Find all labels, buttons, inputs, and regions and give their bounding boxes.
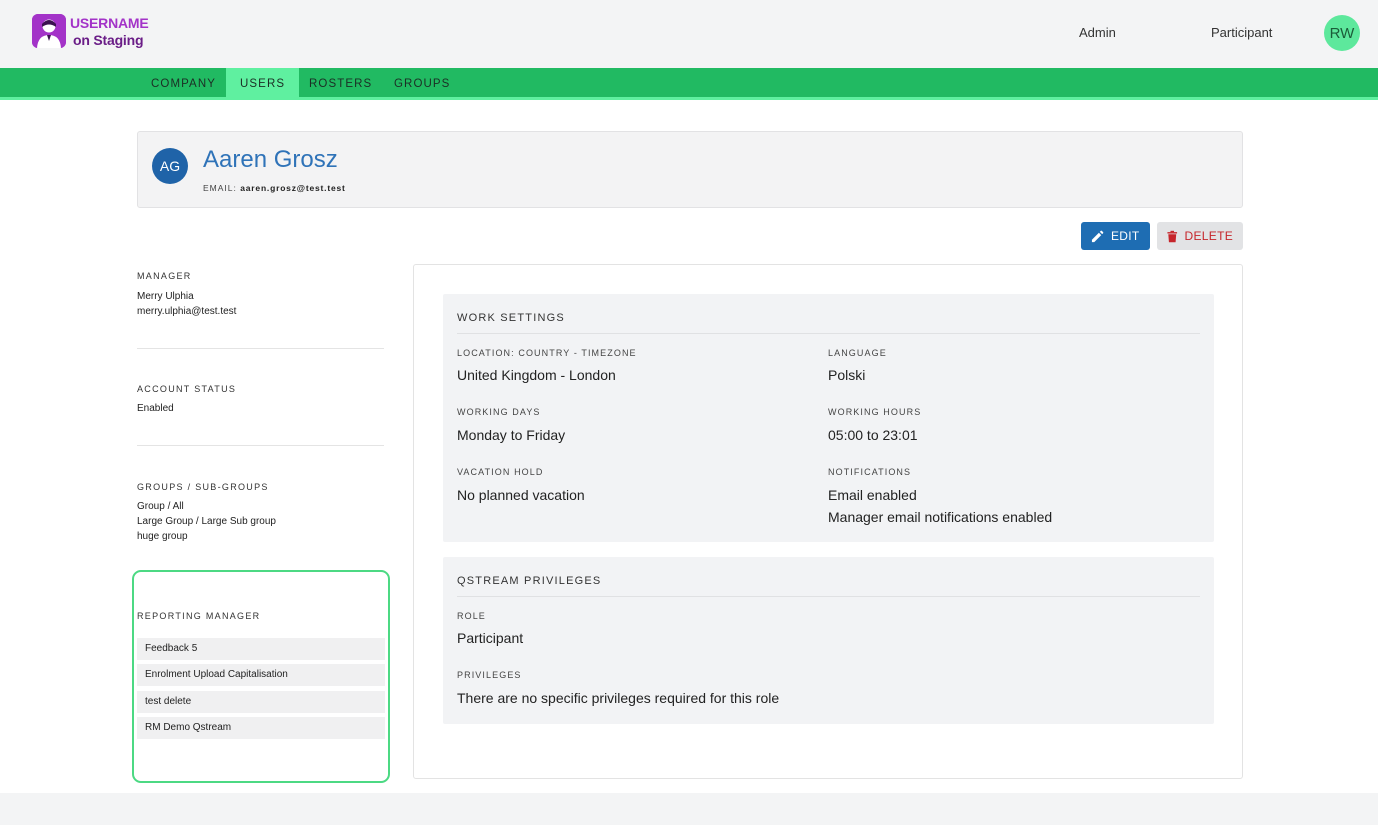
privileges-label: PRIVILEGES [457,670,522,680]
brand-name[interactable]: USERNAME on Staging [70,15,149,49]
notifications-manager: Manager email notifications enabled [828,509,1053,525]
edit-label: EDIT [1111,229,1140,243]
divider [457,333,1200,334]
manager-name: Merry Ulphia [137,291,194,302]
tab-company[interactable]: COMPANY [137,68,230,100]
user-avatar[interactable]: RW [1324,15,1360,51]
brand-line-2: on Staging [73,32,144,48]
reporting-manager-item: Enrolment Upload Capitalisation [137,664,385,686]
main-nav: COMPANY USERS ROSTERS GROUPS [0,68,1378,100]
brand-line-1: USERNAME [70,15,149,31]
reporting-manager-item: test delete [137,691,385,713]
email-label: EMAIL: [203,183,237,193]
working-days-label: WORKING DAYS [457,407,541,417]
divider [137,445,384,446]
divider [457,596,1200,597]
location-value: United Kingdom - London [457,367,616,383]
pencil-icon [1091,230,1104,242]
reporting-manager-label: REPORTING MANAGER [137,611,261,621]
work-settings-title: WORK SETTINGS [457,312,565,324]
tab-rosters[interactable]: ROSTERS [295,68,386,100]
top-bar: USERNAME on Staging Admin Participant RW [0,0,1378,68]
privileges-section: QSTREAM PRIVILEGES ROLE Participant PRIV… [443,557,1214,724]
trash-icon [1167,230,1178,242]
reporting-manager-item: RM Demo Qstream [137,717,385,739]
groups-label: GROUPS / SUB-GROUPS [137,482,269,492]
role-label: ROLE [457,611,486,621]
privileges-value: There are no specific privileges require… [457,690,780,706]
vacation-hold-value: No planned vacation [457,487,585,503]
notifications-email: Email enabled [828,487,917,503]
email-value: aaren.grosz@test.test [240,183,346,193]
language-label: LANGUAGE [828,348,887,358]
language-value: Polski [828,367,866,383]
vacation-hold-label: VACATION HOLD [457,467,544,477]
brand-logo-icon[interactable] [32,14,66,48]
user-header: AG Aaren Grosz EMAIL: aaren.grosz@test.t… [137,131,1243,208]
working-days-value: Monday to Friday [457,427,566,443]
reporting-manager-section: REPORTING MANAGER Feedback 5 Enrolment U… [132,570,390,783]
manager-details: Merry Ulphia merry.ulphia@test.test [137,289,236,319]
working-hours-label: WORKING HOURS [828,407,922,417]
admin-link[interactable]: Admin [1079,25,1116,40]
user-name: Aaren Grosz [203,146,338,173]
reporting-manager-item: Feedback 5 [137,638,385,660]
divider [137,348,384,349]
group-item: Group / All [137,501,184,512]
account-status-value: Enabled [137,403,174,414]
groups-list: Group / All Large Group / Large Sub grou… [137,499,276,544]
working-hours-value: 05:00 to 23:01 [828,427,918,443]
privileges-title: QSTREAM PRIVILEGES [457,575,602,587]
delete-label: DELETE [1184,229,1233,243]
edit-button[interactable]: EDIT [1081,222,1150,250]
work-settings-section: WORK SETTINGS LOCATION: COUNTRY - TIMEZO… [443,294,1214,542]
footer [0,793,1378,825]
user-email-row: EMAIL: aaren.grosz@test.test [203,183,346,193]
details-panel: WORK SETTINGS LOCATION: COUNTRY - TIMEZO… [413,264,1243,779]
account-status-label: ACCOUNT STATUS [137,384,237,394]
notifications-label: NOTIFICATIONS [828,467,912,477]
group-item: huge group [137,531,188,542]
tab-users[interactable]: USERS [226,68,300,100]
location-label: LOCATION: COUNTRY - TIMEZONE [457,348,637,358]
group-item: Large Group / Large Sub group [137,516,276,527]
tab-groups[interactable]: GROUPS [380,68,464,100]
participant-link[interactable]: Participant [1211,25,1272,40]
manager-email: merry.ulphia@test.test [137,306,237,317]
manager-label: MANAGER [137,271,192,281]
profile-avatar: AG [152,148,188,184]
delete-button[interactable]: DELETE [1157,222,1243,250]
role-value: Participant [457,630,524,646]
